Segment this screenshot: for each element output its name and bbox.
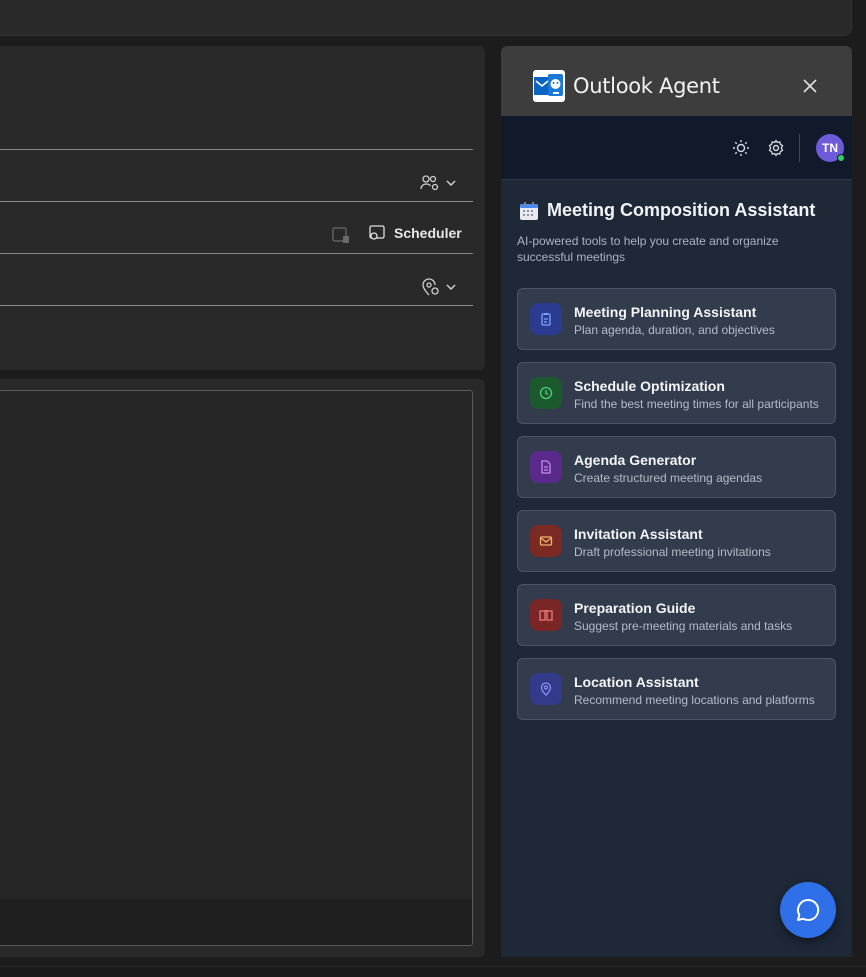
tool-card[interactable]: Preparation Guide Suggest pre-meeting mat… [517,584,836,646]
location-options-button[interactable] [421,277,458,297]
scheduler-label: Scheduler [394,225,462,241]
scheduler-button[interactable]: Scheduler [368,224,462,242]
section-description: AI-powered tools to help you create and … [517,234,779,264]
tool-card[interactable]: Location Assistant Recommend meeting loca… [517,658,836,720]
attendees-options-button[interactable] [420,174,458,192]
tool-description: Suggest pre-meeting materials and tasks [574,619,793,633]
compose-header: Scheduler [0,46,485,370]
clipboard-icon [541,313,551,326]
tool-name: Invitation Assistant [574,526,703,542]
settings-button[interactable] [766,138,786,158]
clipboard-icon-badge [530,303,562,335]
chevron-down-icon [446,284,456,291]
location-pin-icon-badge [530,673,562,705]
sun-icon [733,140,749,156]
chat-bubble-icon [797,898,820,921]
section-title: Meeting Composition Assistant [547,200,816,220]
tool-description: Create structured meeting agendas [574,471,763,485]
section-header: Meeting Composition Assistant [519,200,815,221]
tool-description: Plan agenda, duration, and objectives [574,323,775,337]
people-settings-icon [420,175,439,191]
book-icon-badge [530,599,562,631]
chat-button[interactable] [780,882,836,938]
theme-toggle-button[interactable] [731,138,751,158]
gear-icon [768,139,784,157]
message-body-editor[interactable] [0,390,473,946]
chevron-down-icon [446,180,456,187]
editor-footer [0,899,472,945]
tool-card[interactable]: Agenda Generator Create structured meetin… [517,436,836,498]
document-icon-badge [530,451,562,483]
compose-body-container [0,379,485,957]
clock-icon-badge [530,377,562,409]
envelope-icon [539,536,553,546]
tool-name: Preparation Guide [574,600,696,616]
window-top-strip [0,0,852,36]
tool-name: Agenda Generator [574,452,697,468]
clock-icon [539,386,553,400]
location-settings-icon [422,278,439,296]
toolbar-divider [799,134,800,162]
tool-card[interactable]: Meeting Planning Assistant Plan agenda, d… [517,288,836,350]
close-button[interactable] [800,76,820,96]
outlook-agent-panel: Outlook Agent TN Meeting Composition Ass… [501,46,852,957]
tool-name: Schedule Optimization [574,378,725,394]
book-icon [539,609,553,621]
divider [0,305,473,306]
close-icon [803,79,817,93]
tool-description: Find the best meeting times for all part… [574,397,819,411]
outlook-agent-logo-icon [533,70,565,102]
envelope-icon-badge [530,525,562,557]
divider [0,253,473,254]
status-bar [0,966,866,977]
divider [0,149,473,150]
panel-toolbar: TN [501,116,852,180]
tool-list: Meeting Planning Assistant Plan agenda, d… [517,288,836,732]
tool-name: Location Assistant [574,674,699,690]
tool-name: Meeting Planning Assistant [574,304,757,320]
panel-titlebar: Outlook Agent [501,46,852,116]
divider [0,201,473,202]
tool-description: Recommend meeting locations and platform… [574,693,815,707]
panel-title: Outlook Agent [573,74,720,98]
calendar-grid-icon [332,227,349,243]
location-pin-icon [540,682,552,696]
tool-description: Draft professional meeting invitations [574,545,771,559]
tool-card[interactable]: Invitation Assistant Draft professional m… [517,510,836,572]
online-status-dot [837,154,845,162]
scheduler-icon [369,225,385,240]
room-finder-button[interactable] [332,226,350,244]
tool-card[interactable]: Schedule Optimization Find the best meeti… [517,362,836,424]
document-icon [541,460,551,474]
calendar-icon [520,201,538,220]
